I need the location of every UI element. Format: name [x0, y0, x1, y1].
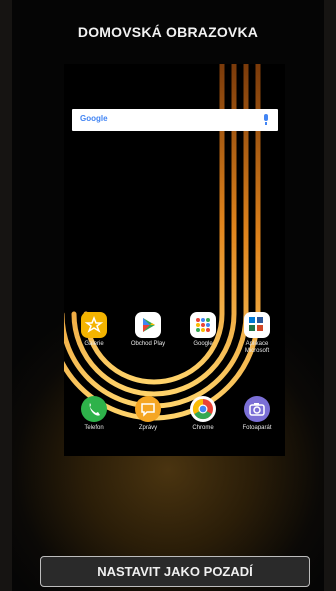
app-label: Telefon: [84, 425, 104, 431]
left-edge: [0, 0, 12, 591]
wallpaper-preview: Google Galerie Obchod Play Google Aplika…: [64, 64, 285, 456]
app-label: Chrome: [192, 425, 214, 431]
app-zpravy[interactable]: Zprávy: [126, 396, 170, 432]
page-title: DOMOVSKÁ OBRAZOVKA: [77, 24, 259, 40]
galerie-icon: [81, 312, 107, 338]
app-obchod-play[interactable]: Obchod Play: [126, 312, 170, 348]
app-label: Obchod Play: [130, 341, 166, 347]
messages-icon: [135, 396, 161, 422]
app-label: Fotoaparát: [242, 425, 272, 431]
camera-icon: [244, 396, 270, 422]
app-label: Aplikace Microsoft: [244, 341, 270, 354]
app-microsoft-folder[interactable]: Aplikace Microsoft: [235, 312, 279, 355]
app-label: Zprávy: [138, 425, 158, 431]
chrome-icon: [190, 396, 216, 422]
google-search-bar[interactable]: Google: [72, 109, 278, 131]
microsoft-folder-icon: [244, 312, 270, 338]
app-telefon[interactable]: Telefon: [72, 396, 116, 432]
app-label: Galerie: [84, 341, 104, 347]
app-chrome[interactable]: Chrome: [181, 396, 225, 432]
google-logo: Google: [80, 114, 108, 123]
app-label: Google: [193, 341, 213, 347]
right-edge: [324, 0, 336, 591]
app-fotoaparat[interactable]: Fotoaparát: [235, 396, 279, 432]
microphone-icon[interactable]: [264, 114, 268, 125]
app-google-folder[interactable]: Google: [181, 312, 225, 348]
google-folder-icon: [190, 312, 216, 338]
set-wallpaper-button[interactable]: NASTAVIT JAKO POZADÍ: [40, 556, 310, 587]
app-galerie[interactable]: Galerie: [72, 312, 116, 348]
phone-icon: [81, 396, 107, 422]
play-store-icon: [135, 312, 161, 338]
